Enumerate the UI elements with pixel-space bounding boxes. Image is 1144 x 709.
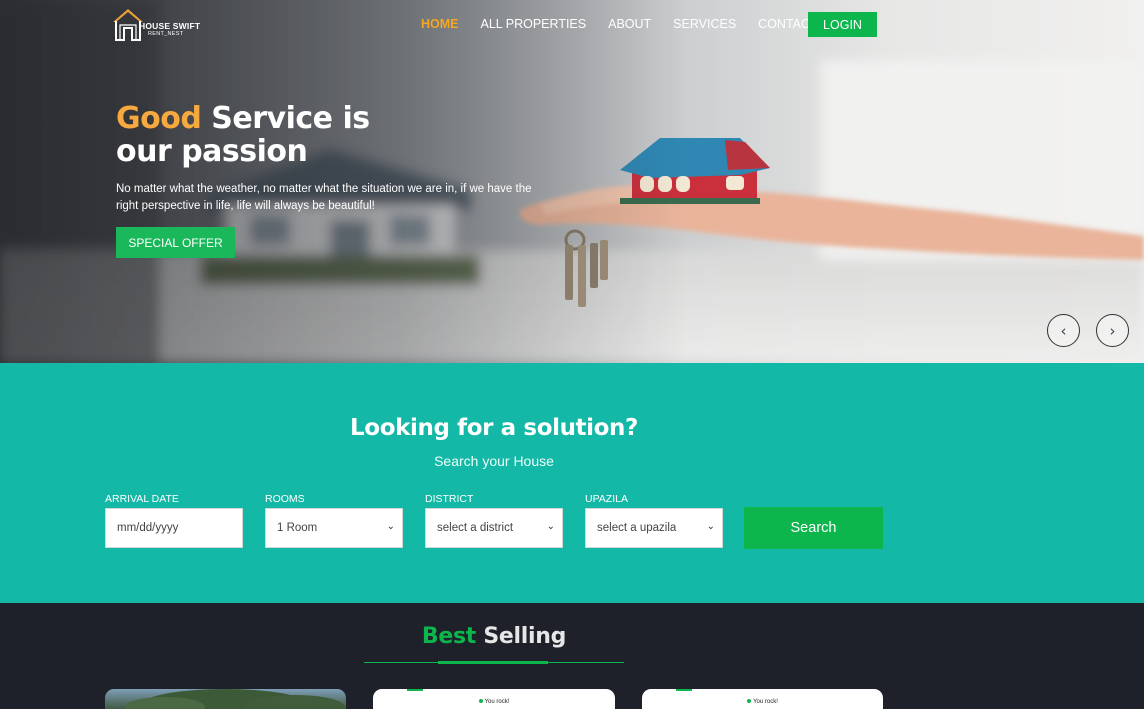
carousel-prev-button[interactable]: ‹ — [1047, 314, 1080, 347]
chevron-left-icon: ‹ — [1060, 321, 1067, 340]
district-label: DISTRICT — [425, 493, 474, 505]
card-accent — [407, 689, 423, 691]
chevron-down-icon: ⌄ — [706, 521, 715, 532]
brand-logo[interactable]: HOUSE SWIFT RENT_NEST — [110, 6, 202, 42]
login-button[interactable]: LOGIN — [808, 12, 877, 37]
district-value: select a district — [437, 522, 514, 534]
special-offer-button[interactable]: SPECIAL OFFER — [116, 227, 235, 258]
search-section: Looking for a solution? Search your Hous… — [0, 363, 1144, 603]
upazila-select[interactable]: select a upazila ⌄ — [585, 508, 723, 548]
search-button[interactable]: Search — [744, 507, 883, 549]
hero-title-line1: Service is — [211, 101, 370, 136]
card-accent — [676, 689, 692, 691]
rooms-select[interactable]: 1 Room ⌄ — [265, 508, 403, 548]
status-dot-icon — [478, 699, 483, 704]
property-card[interactable]: You rock! — [373, 689, 615, 709]
property-card[interactable] — [105, 689, 346, 709]
upazila-value: select a upazila — [597, 522, 677, 534]
rooms-label: ROOMS — [265, 493, 305, 505]
nav-services[interactable]: SERVICES — [673, 17, 736, 31]
card-badge: You rock! — [373, 699, 615, 705]
search-subtitle: Search your House — [434, 453, 554, 469]
upazila-label: UPAZILA — [585, 493, 628, 505]
main-nav: HOME ALL PROPERTIES ABOUT SERVICES CONTA… — [421, 17, 840, 31]
property-card[interactable]: You rock! — [642, 689, 883, 709]
nav-home[interactable]: HOME — [421, 17, 459, 31]
best-selling-title-word1: Best — [421, 624, 477, 649]
district-select[interactable]: select a district ⌄ — [425, 508, 563, 548]
arrival-date-label: ARRIVAL DATE — [105, 493, 179, 505]
hero-title-accent: Good — [116, 101, 202, 136]
brand-tagline: RENT_NEST — [148, 31, 184, 37]
best-selling-title: Best Selling — [0, 624, 988, 649]
chevron-right-icon: › — [1109, 321, 1116, 340]
property-image — [125, 689, 345, 709]
card-badge: You rock! — [642, 699, 883, 705]
hero-description: No matter what the weather, no matter wh… — [116, 183, 532, 212]
best-selling-section: Best Selling You rock! You rock! — [0, 603, 1144, 709]
status-dot-icon — [747, 699, 752, 704]
brand-name: HOUSE SWIFT — [139, 21, 201, 31]
search-title: Looking for a solution? — [350, 415, 638, 441]
chevron-down-icon: ⌄ — [546, 521, 555, 532]
card-badge-text: You rock! — [753, 699, 778, 705]
card-badge-text: You rock! — [484, 699, 510, 705]
hero-banner: HOUSE SWIFT RENT_NEST HOME ALL PROPERTIE… — [0, 0, 1144, 363]
rooms-value: 1 Room — [277, 522, 318, 534]
arrival-date-placeholder: mm/dd/yyyy — [117, 522, 179, 534]
nav-about[interactable]: ABOUT — [608, 17, 651, 31]
arrival-date-input[interactable]: mm/dd/yyyy — [105, 508, 243, 548]
nav-all-properties[interactable]: ALL PROPERTIES — [481, 17, 587, 31]
hero-title: Good Service is our passion — [116, 102, 370, 168]
best-selling-title-word2: Selling — [483, 624, 567, 649]
chevron-down-icon: ⌄ — [386, 521, 395, 532]
carousel-next-button[interactable]: › — [1096, 314, 1129, 347]
hero-title-line2: our passion — [116, 134, 308, 169]
section-divider-accent — [438, 661, 548, 664]
